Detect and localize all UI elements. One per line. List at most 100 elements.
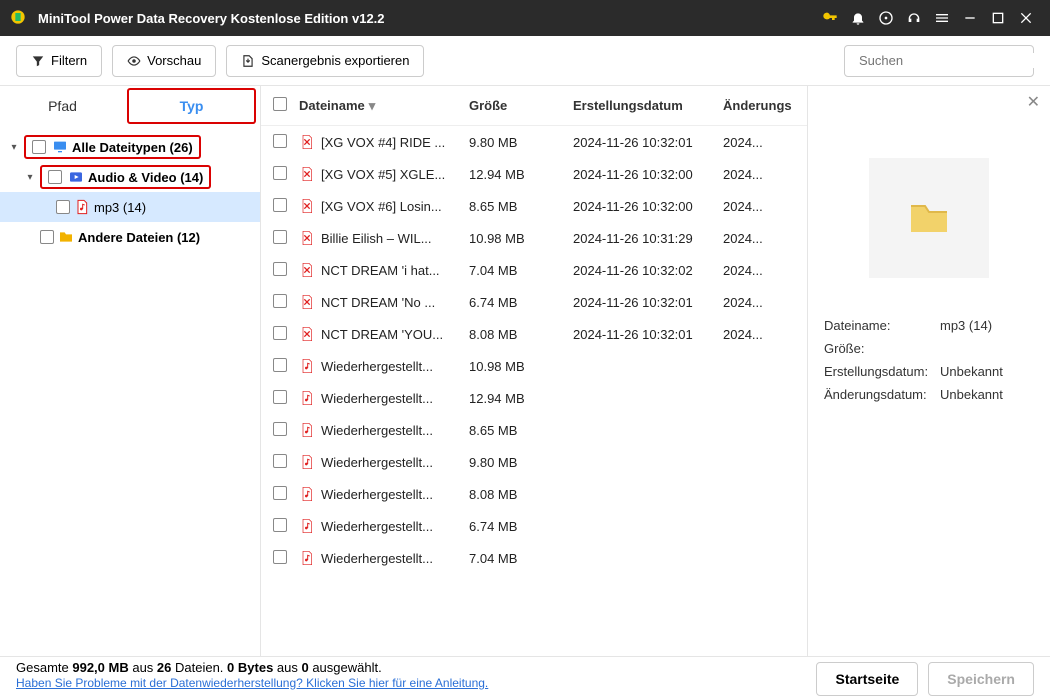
file-name: [XG VOX #6] Losin...	[321, 199, 442, 214]
chevron-down-icon[interactable]	[8, 142, 20, 153]
row-checkbox[interactable]	[273, 390, 287, 404]
file-icon	[299, 262, 315, 278]
col-header-created[interactable]: Erstellungsdatum	[573, 98, 723, 113]
row-checkbox[interactable]	[273, 326, 287, 340]
row-checkbox[interactable]	[273, 230, 287, 244]
search-box[interactable]	[844, 45, 1034, 77]
tree-label: Audio & Video (14)	[88, 170, 203, 185]
file-icon	[299, 198, 315, 214]
label-modified: Änderungsdatum:	[824, 387, 940, 402]
table-row[interactable]: Billie Eilish – WIL...10.98 MB2024-11-26…	[261, 222, 807, 254]
checkbox[interactable]	[56, 200, 70, 214]
tree-audio-video[interactable]: Audio & Video (14)	[0, 162, 260, 192]
table-row[interactable]: Wiederhergestellt...8.08 MB	[261, 478, 807, 510]
row-checkbox[interactable]	[273, 358, 287, 372]
preview-button[interactable]: Vorschau	[112, 45, 216, 77]
row-checkbox[interactable]	[273, 486, 287, 500]
file-icon	[299, 390, 315, 406]
row-checkbox[interactable]	[273, 166, 287, 180]
tab-path[interactable]: Pfad	[0, 86, 125, 126]
table-row[interactable]: Wiederhergestellt...9.80 MB	[261, 446, 807, 478]
tree-label: Alle Dateitypen (26)	[72, 140, 193, 155]
row-checkbox[interactable]	[273, 550, 287, 564]
export-button[interactable]: Scanergebnis exportieren	[226, 45, 424, 77]
file-created: 2024-11-26 10:31:29	[573, 231, 723, 246]
key-icon[interactable]	[816, 4, 844, 32]
table-row[interactable]: [XG VOX #5] XGLE...12.94 MB2024-11-26 10…	[261, 158, 807, 190]
file-created: 2024-11-26 10:32:01	[573, 135, 723, 150]
table-row[interactable]: NCT DREAM 'i hat...7.04 MB2024-11-26 10:…	[261, 254, 807, 286]
sidebar-tabs: Pfad Typ	[0, 86, 260, 126]
filter-button[interactable]: Filtern	[16, 45, 102, 77]
funnel-icon	[31, 54, 45, 68]
checkbox[interactable]	[48, 170, 62, 184]
table-row[interactable]: [XG VOX #4] RIDE ...9.80 MB2024-11-26 10…	[261, 126, 807, 158]
close-details-icon[interactable]: ✕	[1027, 92, 1040, 112]
file-name: NCT DREAM 'No ...	[321, 295, 435, 310]
row-checkbox[interactable]	[273, 198, 287, 212]
file-size: 7.04 MB	[469, 551, 573, 566]
checkbox[interactable]	[40, 230, 54, 244]
table-row[interactable]: Wiederhergestellt...6.74 MB	[261, 510, 807, 542]
row-checkbox[interactable]	[273, 262, 287, 276]
file-icon	[299, 518, 315, 534]
help-link[interactable]: Haben Sie Probleme mit der Datenwiederhe…	[16, 676, 488, 690]
file-icon	[299, 486, 315, 502]
row-checkbox[interactable]	[273, 454, 287, 468]
row-checkbox[interactable]	[273, 294, 287, 308]
home-button[interactable]: Startseite	[816, 662, 918, 696]
table-row[interactable]: [XG VOX #6] Losin...8.65 MB2024-11-26 10…	[261, 190, 807, 222]
app-logo-icon	[10, 9, 28, 27]
minimize-icon[interactable]	[956, 4, 984, 32]
footer-stats: Gesamte 992,0 MB aus 26 Dateien. 0 Bytes…	[16, 654, 806, 690]
menu-icon[interactable]	[928, 4, 956, 32]
chevron-down-icon[interactable]	[24, 172, 36, 183]
table-row[interactable]: Wiederhergestellt...10.98 MB	[261, 350, 807, 382]
file-created: 2024-11-26 10:32:00	[573, 167, 723, 182]
file-name: Wiederhergestellt...	[321, 423, 433, 438]
col-header-name[interactable]: Dateiname▾	[299, 98, 469, 114]
close-icon[interactable]	[1012, 4, 1040, 32]
file-size: 10.98 MB	[469, 359, 573, 374]
checkbox[interactable]	[32, 140, 46, 154]
audio-file-icon	[74, 199, 90, 215]
row-checkbox[interactable]	[273, 518, 287, 532]
table-row[interactable]: NCT DREAM 'No ...6.74 MB2024-11-26 10:32…	[261, 286, 807, 318]
file-tree: Alle Dateitypen (26) Audio & Video (14) …	[0, 126, 260, 258]
file-modified: 2024...	[723, 263, 783, 278]
file-modified: 2024...	[723, 167, 783, 182]
search-input[interactable]	[859, 53, 1035, 68]
grid-body[interactable]: [XG VOX #4] RIDE ...9.80 MB2024-11-26 10…	[261, 126, 807, 656]
file-name: [XG VOX #5] XGLE...	[321, 167, 445, 182]
tree-mp3[interactable]: mp3 (14)	[0, 192, 260, 222]
sort-icon: ▾	[369, 98, 376, 114]
file-icon	[299, 134, 315, 150]
file-name: NCT DREAM 'YOU...	[321, 327, 443, 342]
maximize-icon[interactable]	[984, 4, 1012, 32]
file-icon	[299, 358, 315, 374]
save-button[interactable]: Speichern	[928, 662, 1034, 696]
table-row[interactable]: NCT DREAM 'YOU...8.08 MB2024-11-26 10:32…	[261, 318, 807, 350]
value-size	[940, 341, 1034, 356]
tab-type[interactable]: Typ	[127, 88, 256, 124]
tree-label: Andere Dateien (12)	[78, 230, 200, 245]
file-modified: 2024...	[723, 327, 783, 342]
file-size: 6.74 MB	[469, 295, 573, 310]
tree-other-files[interactable]: Andere Dateien (12)	[0, 222, 260, 252]
table-row[interactable]: Wiederhergestellt...7.04 MB	[261, 542, 807, 574]
table-row[interactable]: Wiederhergestellt...8.65 MB	[261, 414, 807, 446]
file-size: 7.04 MB	[469, 263, 573, 278]
tree-all-types[interactable]: Alle Dateitypen (26)	[0, 132, 260, 162]
select-all-checkbox[interactable]	[273, 97, 287, 111]
disc-icon[interactable]	[872, 4, 900, 32]
file-size: 8.65 MB	[469, 199, 573, 214]
row-checkbox[interactable]	[273, 134, 287, 148]
headphones-icon[interactable]	[900, 4, 928, 32]
row-checkbox[interactable]	[273, 422, 287, 436]
col-header-size[interactable]: Größe	[469, 98, 573, 113]
bell-icon[interactable]	[844, 4, 872, 32]
col-header-modified[interactable]: Änderungs	[723, 98, 783, 113]
table-row[interactable]: Wiederhergestellt...12.94 MB	[261, 382, 807, 414]
eye-icon	[127, 54, 141, 68]
file-icon	[299, 294, 315, 310]
